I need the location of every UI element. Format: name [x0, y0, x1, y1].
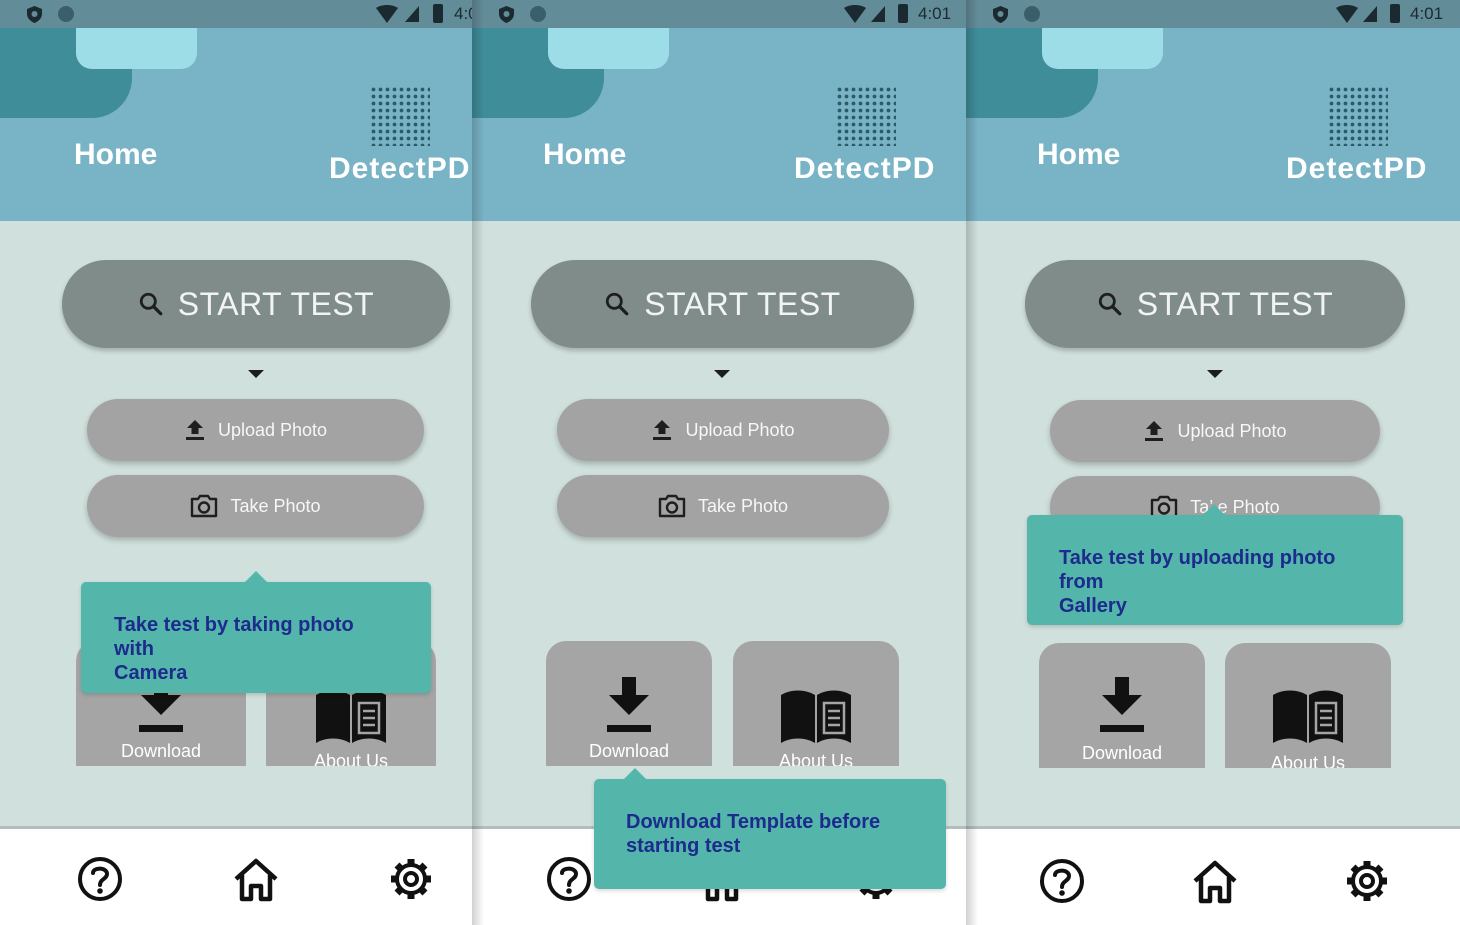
- tooltip-download: Download Template before starting test: [594, 768, 946, 889]
- start-test-button[interactable]: START TEST: [531, 260, 914, 348]
- take-photo-label: Take Photo: [230, 495, 321, 516]
- page-title: Home: [74, 138, 158, 171]
- download-label: Download: [120, 741, 202, 761]
- status-bar: 4:01: [472, 0, 966, 28]
- brand-logo-text: DetectPD: [794, 152, 936, 185]
- book-icon: [781, 690, 851, 743]
- circle-icon: [530, 6, 546, 22]
- cell-signal-icon: [871, 6, 885, 22]
- upload-photo-button[interactable]: Upload Photo: [557, 399, 889, 461]
- upload-photo-label: Upload Photo: [217, 419, 328, 440]
- upload-photo-button[interactable]: Upload Photo: [1050, 400, 1380, 462]
- battery-icon: [1390, 4, 1400, 23]
- home-icon[interactable]: [1191, 857, 1239, 905]
- tooltip-arrow: [245, 571, 267, 582]
- brand-logo-text: DetectPD: [1286, 152, 1428, 185]
- download-label: Download: [1081, 743, 1163, 763]
- tooltip-camera: Take test by taking photo with Camera: [81, 571, 431, 693]
- tooltip-line: Download Template before: [626, 811, 881, 833]
- camera-icon: [191, 494, 218, 518]
- download-icon: [1100, 677, 1144, 732]
- page-title: Home: [1037, 138, 1121, 171]
- download-card[interactable]: Download: [546, 641, 712, 766]
- start-test-button[interactable]: START TEST: [1025, 260, 1405, 348]
- status-bar: 4:01: [0, 0, 472, 28]
- upload-icon: [1145, 421, 1164, 441]
- brand-logo-text: DetectPD: [329, 152, 471, 185]
- book-icon: [316, 690, 386, 743]
- download-label: Download: [588, 741, 670, 761]
- upload-photo-label: Upload Photo: [685, 419, 795, 440]
- search-icon: [139, 292, 163, 316]
- about-us-label: About Us: [778, 751, 854, 766]
- wifi-icon: [844, 5, 866, 23]
- upload-photo-button[interactable]: Upload Photo: [87, 399, 424, 461]
- status-bar: 4:01: [966, 0, 1460, 28]
- screen-divider-shadow: [966, 0, 978, 925]
- upload-icon: [185, 420, 204, 440]
- status-time: 4:01: [454, 4, 472, 23]
- dropdown-caret-icon[interactable]: [248, 370, 264, 378]
- tooltip-line: Gallery: [1059, 595, 1127, 617]
- download-icon: [607, 677, 651, 732]
- search-icon: [1098, 292, 1122, 316]
- circle-icon: [1024, 6, 1040, 22]
- start-test-label: START TEST: [177, 285, 375, 322]
- tooltip-arrow: [624, 768, 646, 779]
- status-time: 4:01: [1410, 4, 1444, 23]
- about-us-label: About Us: [313, 751, 389, 766]
- settings-icon[interactable]: [1343, 857, 1391, 905]
- screen-camera-tip: 4:01 Home DetectPD START TEST Upload Pho…: [0, 0, 472, 925]
- about-us-label: About Us: [1270, 753, 1346, 768]
- help-icon[interactable]: [545, 855, 593, 903]
- dropdown-caret-icon[interactable]: [1207, 370, 1223, 378]
- help-icon[interactable]: [1038, 857, 1086, 905]
- settings-icon[interactable]: [387, 855, 435, 903]
- tooltip-line: Take test by uploading photo from: [1059, 547, 1336, 593]
- search-icon: [606, 292, 629, 316]
- download-card[interactable]: Download: [1039, 643, 1205, 768]
- page-title: Home: [543, 138, 627, 171]
- screen-gallery-tip: 4:01 Home DetectPD START TEST Upload Pho…: [966, 0, 1460, 925]
- cell-signal-icon: [405, 6, 419, 22]
- start-test-label: START TEST: [1136, 285, 1334, 322]
- dots-pattern-icon: [370, 86, 430, 146]
- status-time: 4:01: [918, 4, 952, 23]
- tooltip-line: starting test: [626, 835, 741, 857]
- screen-divider-shadow: [472, 0, 484, 925]
- screen-download-tip: 4:01 Home DetectPD START TEST Upload Pho…: [472, 0, 966, 925]
- tooltip-line: Take test by taking photo with: [114, 614, 354, 660]
- home-icon[interactable]: [232, 855, 280, 903]
- tooltip-arrow: [1203, 504, 1225, 515]
- about-us-card[interactable]: About Us: [733, 641, 899, 766]
- wifi-icon: [376, 5, 398, 23]
- dots-pattern-icon: [1328, 86, 1388, 146]
- upload-photo-label: Upload Photo: [1177, 420, 1287, 441]
- take-photo-button[interactable]: Take Photo: [557, 475, 889, 537]
- battery-icon: [433, 4, 443, 23]
- help-icon[interactable]: [76, 855, 124, 903]
- upload-icon: [653, 420, 672, 440]
- tooltip-line: Camera: [114, 662, 188, 684]
- composite-stage: 4:01 Home DetectPD START TEST Upload Pho…: [0, 0, 1460, 925]
- start-test-button[interactable]: START TEST: [62, 260, 450, 348]
- battery-icon: [898, 4, 908, 23]
- shield-icon: [993, 6, 1008, 23]
- camera-icon: [658, 494, 686, 518]
- book-icon: [1273, 690, 1343, 743]
- about-us-card[interactable]: About Us: [1225, 643, 1391, 768]
- start-test-label: START TEST: [644, 285, 841, 322]
- take-photo-button[interactable]: Take Photo: [87, 475, 424, 537]
- shield-icon: [27, 6, 42, 23]
- tooltip-gallery: Take test by uploading photo from Galler…: [1027, 504, 1403, 625]
- dots-pattern-icon: [836, 86, 896, 146]
- shield-icon: [499, 6, 514, 23]
- circle-icon: [58, 6, 74, 22]
- take-photo-label: Take Photo: [697, 495, 789, 516]
- cell-signal-icon: [1363, 6, 1377, 22]
- wifi-icon: [1336, 5, 1358, 23]
- dropdown-caret-icon[interactable]: [714, 370, 730, 378]
